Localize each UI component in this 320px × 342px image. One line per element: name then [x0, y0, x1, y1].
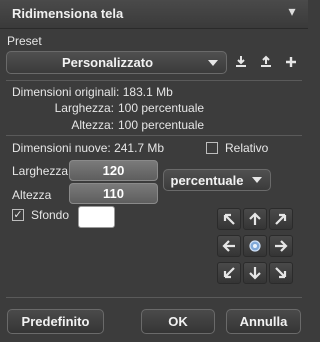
arrow-left-icon [222, 240, 235, 252]
chevron-down-icon [252, 177, 262, 183]
anchor-right[interactable] [269, 235, 293, 257]
original-dimensions-label: Dimensioni originali: [12, 85, 120, 99]
width-label: Larghezza [12, 164, 69, 178]
anchor-center[interactable] [243, 235, 267, 257]
arrow-down-right-icon [275, 267, 287, 279]
height-label: Altezza [12, 188, 52, 202]
ok-button[interactable]: OK [141, 309, 215, 334]
new-dimensions-value: 241.7 Mb [114, 141, 165, 155]
background-checkbox[interactable]: ✓ [12, 209, 24, 221]
original-dimensions-value: 183.1 Mb [122, 85, 173, 99]
arrow-down-left-icon [223, 267, 235, 279]
divider [6, 80, 302, 81]
preset-select[interactable]: Personalizzato [6, 51, 227, 74]
unit-selected-value: percentuale [170, 172, 244, 188]
anchor-left[interactable] [217, 235, 241, 257]
relative-checkbox[interactable] [206, 142, 218, 154]
divider [6, 135, 302, 136]
collapse-icon[interactable]: ▾ [284, 3, 300, 19]
anchor-top-left[interactable] [217, 208, 241, 230]
preset-selected-value: Personalizzato [61, 55, 154, 70]
default-button[interactable]: Predefinito [7, 309, 104, 334]
unit-select[interactable]: percentuale [163, 169, 271, 191]
anchor-bottom-left[interactable] [217, 262, 241, 284]
anchor-top-right[interactable] [269, 208, 293, 230]
background-label: Sfondo [31, 208, 70, 222]
preset-label: Preset [7, 34, 42, 48]
anchor-bottom-right[interactable] [269, 262, 293, 284]
arrow-right-icon [275, 240, 288, 252]
original-height-value: 100 percentuale [118, 118, 205, 132]
arrow-up-icon [249, 212, 261, 225]
cancel-button[interactable]: Annulla [226, 309, 301, 334]
height-input[interactable]: 110 [69, 183, 158, 204]
arrow-down-icon [249, 267, 261, 280]
anchor-top[interactable] [243, 208, 267, 230]
arrow-up-right-icon [275, 213, 287, 225]
new-dimensions: Dimensioni nuove: 241.7 Mb [12, 141, 164, 155]
original-dimensions: Dimensioni originali: 183.1 Mb [12, 85, 173, 99]
original-height-label: Altezza: [71, 118, 114, 132]
anchor-center-icon [249, 240, 261, 252]
chevron-down-icon [208, 59, 218, 66]
add-preset-icon[interactable] [284, 55, 298, 72]
new-dimensions-label: Dimensioni nuove: [12, 141, 111, 155]
relative-label: Relativo [225, 141, 269, 155]
anchor-bottom[interactable] [243, 262, 267, 284]
upload-preset-icon[interactable] [259, 55, 273, 72]
download-preset-icon[interactable] [234, 55, 248, 72]
window-title: Ridimensiona tela [12, 6, 124, 21]
original-width-label: Larghezza: [54, 101, 114, 115]
original-width-value: 100 percentuale [118, 101, 205, 115]
width-input[interactable]: 120 [69, 160, 158, 181]
divider [6, 297, 302, 298]
background-color-swatch[interactable] [78, 206, 115, 228]
arrow-up-left-icon [223, 213, 235, 225]
